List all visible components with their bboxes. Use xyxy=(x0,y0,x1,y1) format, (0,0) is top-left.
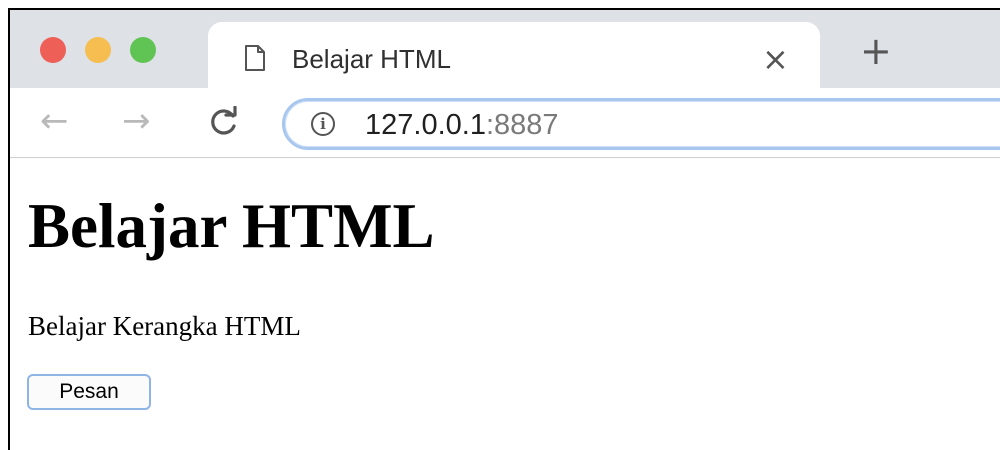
address-bar[interactable]: i 127.0.0.1:8887 xyxy=(282,98,1000,150)
url-host: 127.0.0.1 xyxy=(365,109,486,141)
browser-window: Belajar HTML × + ← → i 127.0.0.1:8887 Be… xyxy=(8,8,1000,450)
pesan-button[interactable]: Pesan xyxy=(27,374,151,410)
window-maximize-button[interactable] xyxy=(130,37,156,63)
new-tab-button[interactable]: + xyxy=(860,32,892,70)
window-minimize-button[interactable] xyxy=(85,37,111,63)
url-port: :8887 xyxy=(485,109,559,141)
tab-active[interactable]: Belajar HTML × xyxy=(208,22,820,94)
page-heading: Belajar HTML xyxy=(28,191,435,261)
page-paragraph: Belajar Kerangka HTML xyxy=(28,311,301,341)
document-icon xyxy=(245,45,265,71)
tab-strip: Belajar HTML × + xyxy=(10,10,1000,94)
info-icon[interactable]: i xyxy=(311,112,335,136)
reload-icon[interactable] xyxy=(206,106,240,140)
url-text: 127.0.0.1:8887 xyxy=(365,109,559,142)
tab-close-icon[interactable]: × xyxy=(762,40,789,78)
forward-arrow-icon[interactable]: → xyxy=(122,104,151,138)
tab-title: Belajar HTML xyxy=(292,44,451,74)
page-viewport: Belajar HTML Belajar Kerangka HTML Pesan xyxy=(10,159,1000,450)
toolbar: ← → i 127.0.0.1:8887 xyxy=(10,88,1000,158)
window-close-button[interactable] xyxy=(40,37,66,63)
back-arrow-icon[interactable]: ← xyxy=(40,104,69,138)
